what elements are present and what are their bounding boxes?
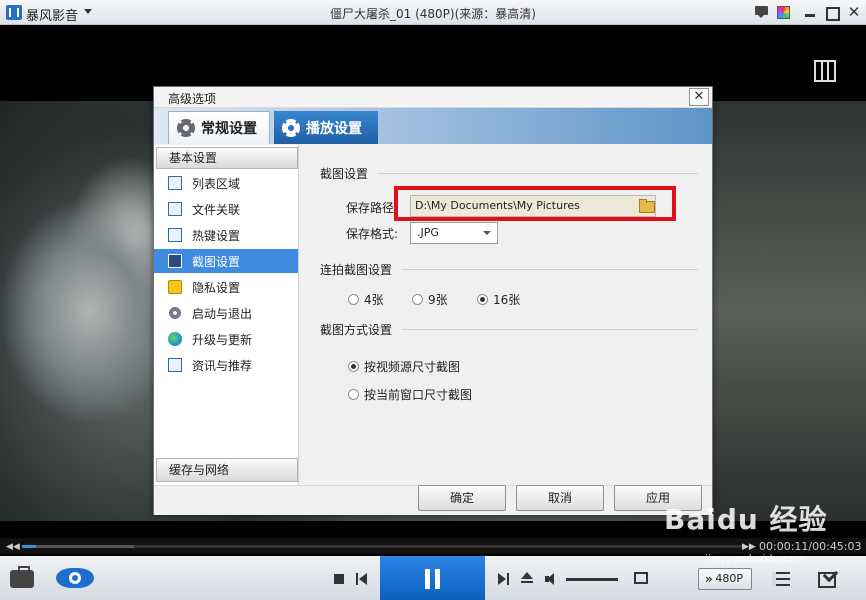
toolbox-icon[interactable] (10, 566, 34, 588)
section-burst: 连拍截图设置 (320, 263, 393, 277)
fullscreen-icon[interactable] (634, 572, 648, 584)
hotkey-icon (168, 228, 182, 242)
baidu-watermark-logo: Baidu 经验 (664, 503, 828, 536)
sidebar-item-upgrade[interactable]: 升级与更新 (154, 327, 298, 351)
sidebar-item-label: 启动与退出 (192, 306, 253, 321)
radio-label: 4张 (364, 293, 384, 307)
gear-icon (168, 306, 182, 320)
next-icon[interactable] (498, 573, 510, 585)
sidebar-item-startup-exit[interactable]: 启动与退出 (154, 301, 298, 325)
window-title: 僵尸大屠杀_01 (480P)(来源：暴高清) (330, 7, 536, 21)
sidebar-item-file-association[interactable]: 文件关联 (154, 197, 298, 221)
divider (402, 269, 698, 270)
dialog-tabs: 常规设置 播放设置 (154, 108, 712, 144)
previous-icon[interactable] (356, 573, 368, 585)
radio-burst-16[interactable]: 16张 (477, 291, 520, 308)
sidebar-header-cache-network[interactable]: 缓存与网络 (156, 458, 298, 482)
red-highlight-box (394, 186, 676, 221)
radio-window-size[interactable]: 按当前窗口尺寸截图 (348, 386, 472, 403)
advanced-options-dialog: 高级选项 ✕ 常规设置 播放设置 基本设置 列表区域 文件关联 热键设置 截图设… (153, 86, 713, 515)
tab-label: 播放设置 (306, 120, 362, 137)
dialog-title: 高级选项 (168, 92, 217, 106)
seek-played (22, 545, 36, 548)
playlist-toggle-icon[interactable] (814, 60, 836, 82)
sidebar-item-news[interactable]: 资讯与推荐 (154, 353, 298, 377)
radio-indicator (348, 294, 359, 305)
pause-button[interactable] (380, 556, 485, 600)
list-area-icon (168, 176, 182, 190)
sidebar-header-basic[interactable]: 基本设置 (156, 147, 298, 169)
sidebar-item-label: 升级与更新 (192, 332, 253, 347)
eye-icon[interactable] (56, 568, 94, 588)
save-path-label: 保存路径 (346, 201, 395, 215)
sidebar-item-list-area[interactable]: 列表区域 (154, 171, 298, 195)
globe-icon (168, 332, 182, 346)
radio-indicator (412, 294, 423, 305)
dialog-close-button[interactable]: ✕ (689, 88, 709, 106)
cancel-button[interactable]: 取消 (516, 485, 604, 511)
sidebar-item-privacy[interactable]: 隐私设置 (154, 275, 298, 299)
quality-label: 480P (715, 572, 743, 585)
dialog-title-bar: 高级选项 ✕ (154, 87, 712, 108)
sidebar-item-label: 热键设置 (192, 228, 241, 243)
ok-button[interactable]: 确定 (418, 485, 506, 511)
seek-buffer (22, 545, 134, 548)
camera-icon (168, 254, 182, 268)
quality-button[interactable]: » 480P (698, 568, 752, 590)
playback-gear-icon (282, 118, 300, 137)
tab-label: 常规设置 (201, 121, 257, 137)
maximize-button[interactable] (823, 4, 840, 21)
save-format-select[interactable]: .JPG (410, 222, 498, 244)
forward-icon[interactable]: ▶▶ (742, 542, 756, 552)
radio-indicator (348, 361, 359, 372)
file-association-icon (168, 202, 182, 216)
playlist-icon[interactable] (772, 572, 790, 586)
sidebar-item-label: 列表区域 (192, 176, 241, 191)
sidebar-item-screenshot[interactable]: 截图设置 (154, 249, 298, 273)
volume-icon[interactable] (545, 573, 557, 585)
sidebar-item-label: 隐私设置 (192, 280, 241, 295)
radio-label: 按视频源尺寸截图 (364, 360, 461, 374)
divider (402, 329, 698, 330)
sidebar-item-label: 文件关联 (192, 202, 241, 217)
baidu-watermark-url: jingyan.baidu.com (705, 552, 807, 565)
settings-check-icon[interactable] (818, 570, 838, 588)
radio-indicator (477, 294, 488, 305)
minimize-button[interactable] (802, 4, 818, 20)
settings-sidebar: 基本设置 列表区域 文件关联 热键设置 截图设置 隐私设置 启动与退出 升级与更… (154, 145, 299, 485)
volume-slider[interactable] (566, 578, 618, 581)
sidebar-item-label: 截图设置 (192, 254, 241, 269)
open-file-icon[interactable] (521, 572, 533, 584)
screenshot-settings-panel: 截图设置 保存路径 D:\My Documents\My Pictures 保存… (300, 145, 712, 485)
feedback-icon[interactable] (754, 4, 770, 20)
radio-burst-9[interactable]: 9张 (412, 291, 448, 308)
radio-label: 16张 (493, 293, 521, 307)
close-button[interactable]: ✕ (846, 4, 862, 20)
chevron-down-icon (483, 231, 491, 235)
lock-icon (168, 280, 182, 294)
radio-label: 9张 (428, 293, 448, 307)
save-format-value: .JPG (417, 226, 439, 239)
sidebar-item-hotkeys[interactable]: 热键设置 (154, 223, 298, 247)
tab-playback-settings[interactable]: 播放设置 (274, 111, 378, 144)
quality-arrows-icon: » (705, 572, 713, 586)
save-format-label: 保存格式: (346, 227, 399, 241)
radio-burst-4[interactable]: 4张 (348, 291, 384, 308)
tab-general-settings[interactable]: 常规设置 (168, 111, 270, 144)
radio-source-size[interactable]: 按视频源尺寸截图 (348, 358, 460, 375)
sidebar-item-label: 资讯与推荐 (192, 358, 253, 373)
rewind-icon[interactable]: ◀◀ (6, 542, 20, 552)
radio-indicator (348, 389, 359, 400)
gear-icon (177, 119, 195, 137)
news-icon (168, 358, 182, 372)
stop-icon[interactable] (334, 574, 344, 584)
radio-label: 按当前窗口尺寸截图 (364, 388, 473, 402)
skin-icon[interactable] (777, 6, 790, 19)
section-capture-mode: 截图方式设置 (320, 323, 393, 337)
section-screenshot: 截图设置 (320, 167, 369, 181)
divider (378, 173, 698, 174)
player-title-bar: 暴风影音 僵尸大屠杀_01 (480P)(来源：暴高清) ✕ (0, 0, 866, 25)
